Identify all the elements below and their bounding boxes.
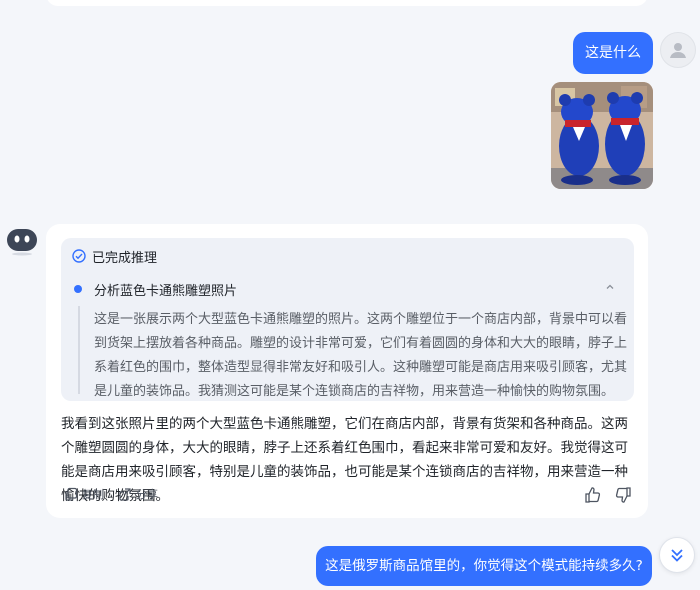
share-icon <box>118 487 132 501</box>
message-actions: 复制 分享 <box>64 486 158 502</box>
user-message-text: 这是什么 <box>585 45 641 61</box>
share-button[interactable]: 分享 <box>118 486 158 502</box>
feedback-buttons <box>584 486 632 504</box>
scroll-to-bottom-button[interactable] <box>659 537 695 573</box>
thumbs-down-icon[interactable] <box>614 486 632 504</box>
bot-avatar-icon <box>6 224 38 256</box>
reasoning-status-label: 已完成推理 <box>92 250 158 266</box>
scroll-down-icon <box>668 546 686 564</box>
user-message-text: 这是俄罗斯商品馆里的，你觉得这个模式能持续多久? <box>325 558 643 574</box>
uploaded-photo[interactable] <box>551 82 653 189</box>
reasoning-text: 这是一张展示两个大型蓝色卡通熊雕塑的照片。这两个雕塑位于一个商店内部，背景中可以… <box>78 306 628 399</box>
copy-icon <box>64 487 78 501</box>
previous-message-card <box>46 0 648 6</box>
check-circle-icon <box>72 249 86 263</box>
user-message-bubble: 这是俄罗斯商品馆里的，你觉得这个模式能持续多久? <box>316 546 652 586</box>
step-dot-icon <box>74 285 82 293</box>
reasoning-step-title: 分析蓝色卡通熊雕塑照片 <box>94 283 238 299</box>
reasoning-step-header[interactable]: 分析蓝色卡通熊雕塑照片 <box>72 279 620 299</box>
copy-button[interactable]: 复制 <box>64 486 104 502</box>
thumbs-up-icon[interactable] <box>584 486 602 504</box>
user-avatar-icon <box>660 32 696 68</box>
reasoning-status[interactable]: 已完成推理 <box>72 246 157 266</box>
share-label: 分享 <box>136 488 158 501</box>
user-message-bubble: 这是什么 <box>573 32 653 74</box>
copy-label: 复制 <box>82 488 104 501</box>
chevron-up-icon[interactable] <box>604 281 616 293</box>
